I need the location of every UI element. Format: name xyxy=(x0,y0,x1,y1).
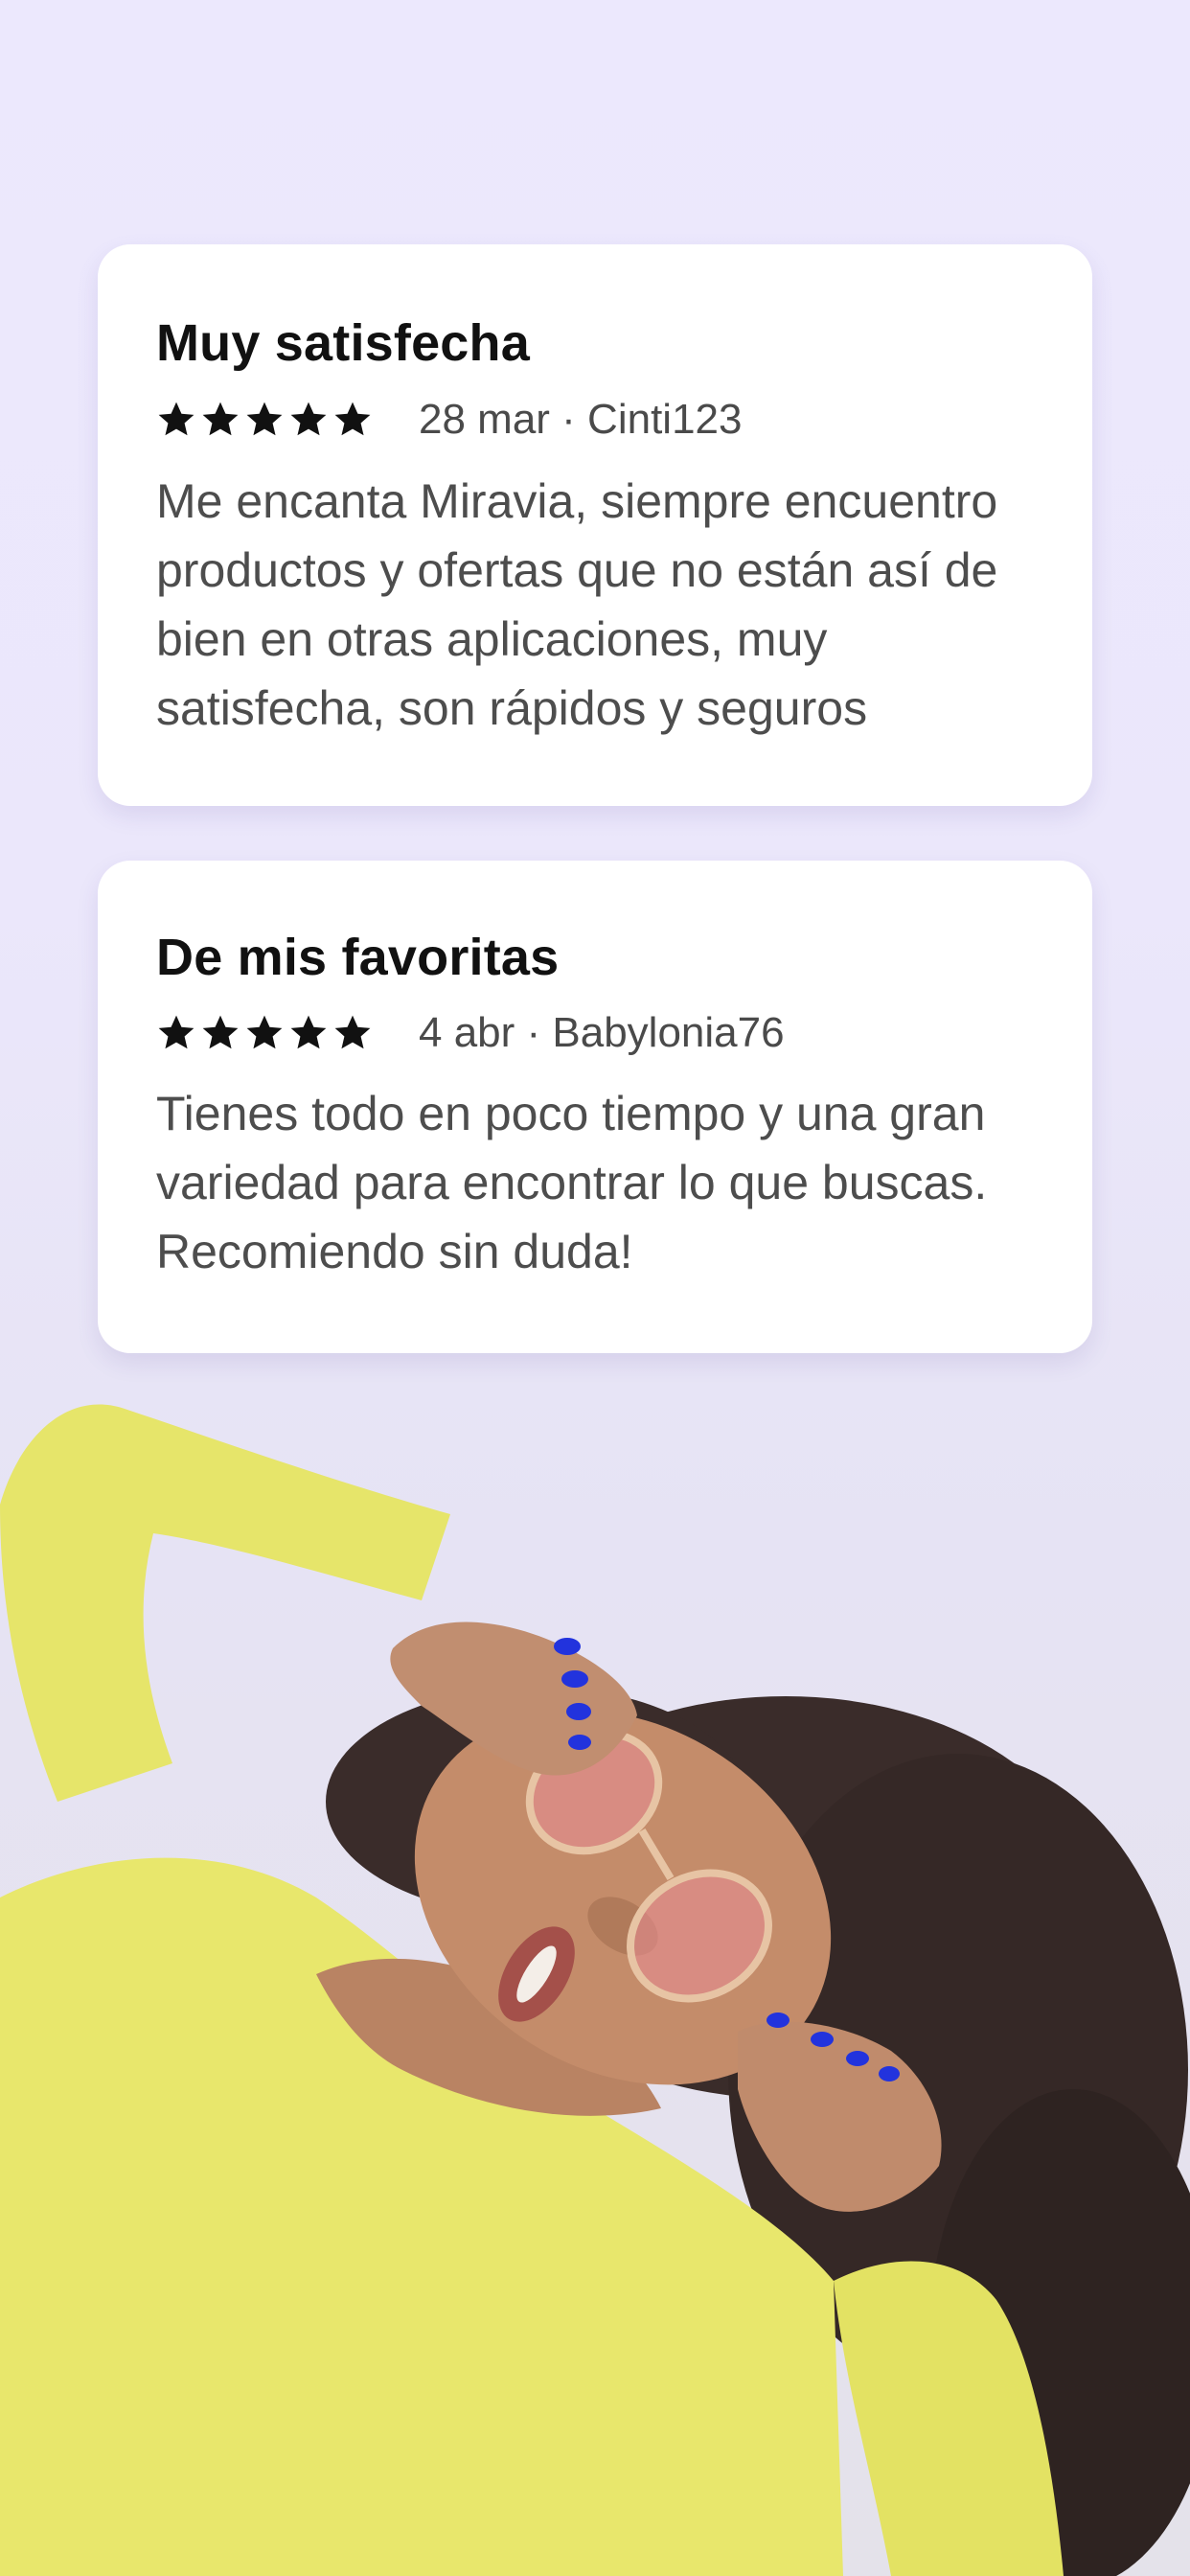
review-card: De mis favoritas 4 abr · Babylonia76 Tie… xyxy=(98,861,1092,1353)
review-title: De mis favoritas xyxy=(156,929,560,986)
review-date-author: 28 mar · Cinti123 xyxy=(419,396,743,443)
review-title: Muy satisfecha xyxy=(156,314,530,372)
star-icon xyxy=(334,1015,371,1049)
star-icon xyxy=(158,1015,195,1049)
star-icon xyxy=(158,402,195,436)
review-date-author: 4 abr · Babylonia76 xyxy=(419,1009,785,1056)
star-rating xyxy=(156,400,373,440)
star-icon xyxy=(334,402,371,436)
star-icon xyxy=(290,402,327,436)
star-icon xyxy=(202,402,239,436)
star-icon xyxy=(246,1015,283,1049)
review-body: Me encanta Miravia, siempre encuentro pr… xyxy=(156,474,998,735)
star-icon xyxy=(246,402,283,436)
model-photo xyxy=(0,1404,1190,2576)
star-icon xyxy=(202,1015,239,1049)
star-rating xyxy=(156,1013,373,1053)
review-meta-row: 4 abr · Babylonia76 xyxy=(156,1009,785,1057)
star-icon xyxy=(290,1015,327,1049)
review-card: Muy satisfecha 28 mar · Cinti123 Me enca… xyxy=(98,244,1092,806)
review-meta-row: 28 mar · Cinti123 xyxy=(156,396,742,444)
review-body: Tienes todo en poco tiempo y una gran va… xyxy=(156,1087,988,1278)
